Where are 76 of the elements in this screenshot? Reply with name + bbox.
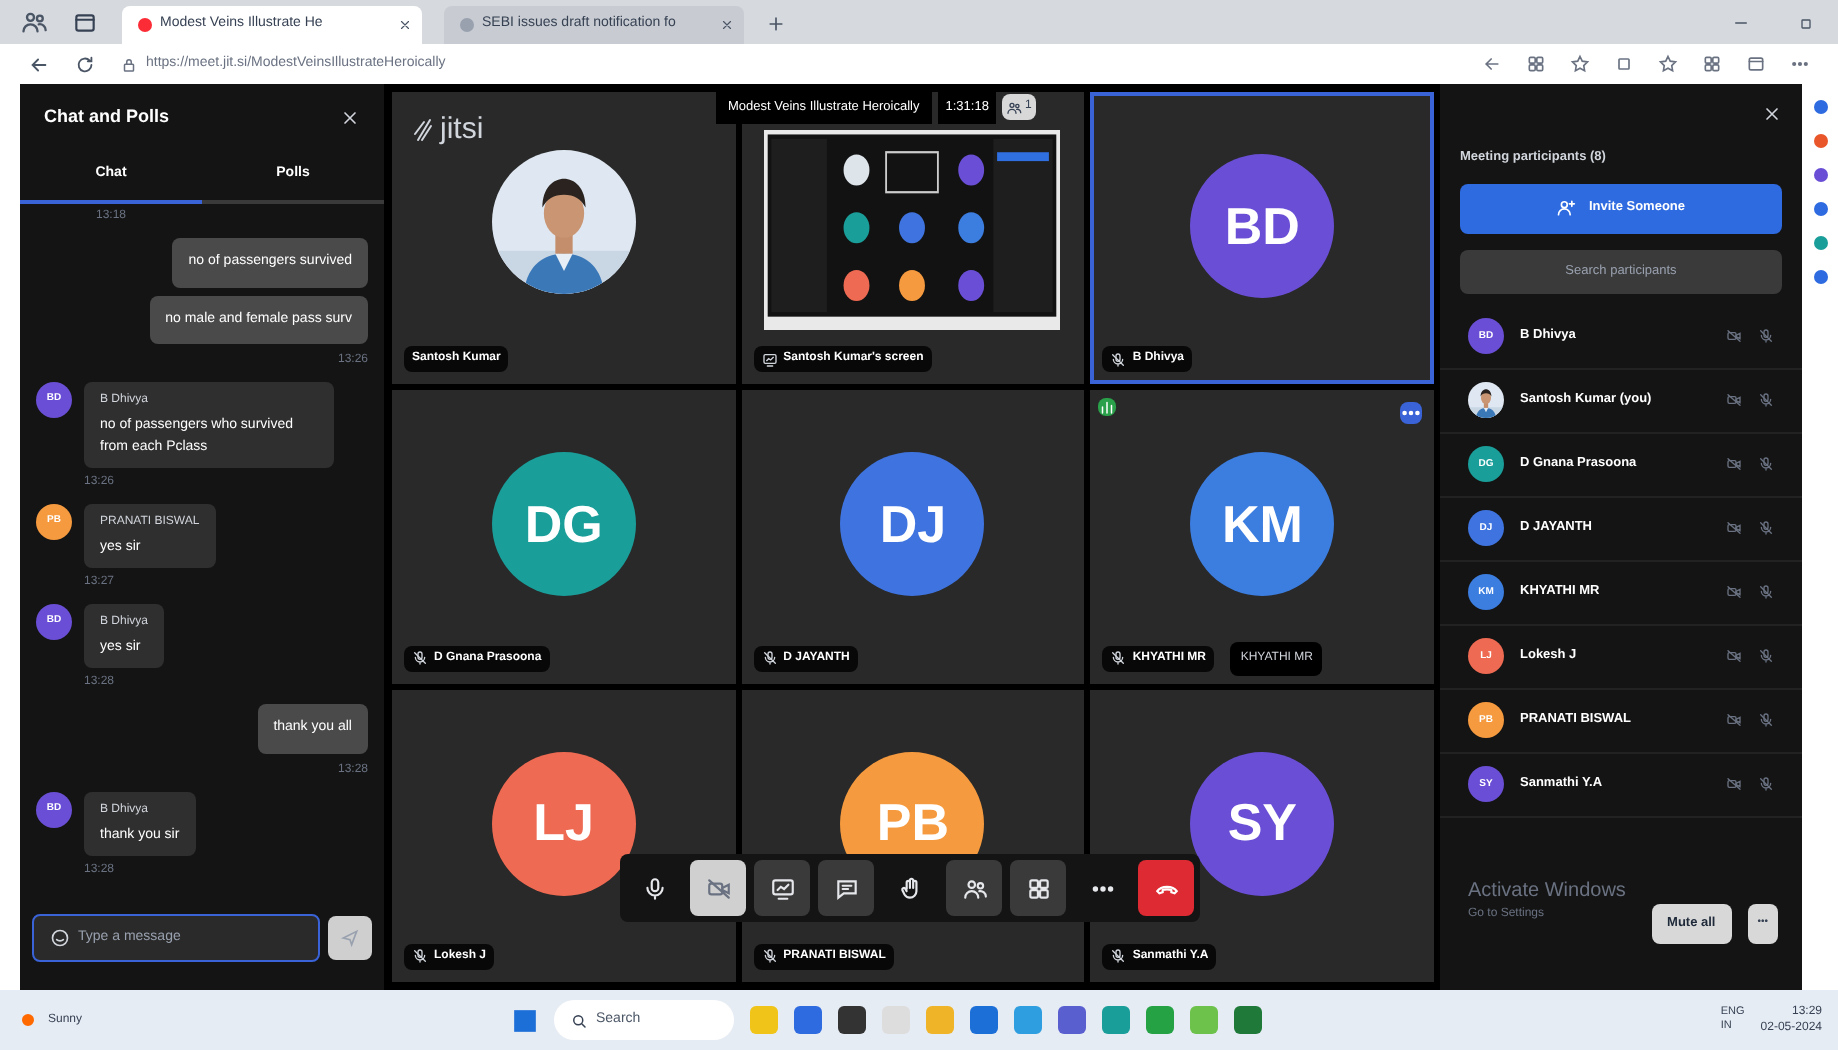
camera-off-icon: [1726, 776, 1742, 793]
camera-off-icon: [1726, 520, 1742, 537]
send-icon: [340, 928, 360, 948]
reload-icon[interactable]: [74, 53, 96, 75]
participants-button[interactable]: [946, 860, 1002, 916]
sidebar-app-icon[interactable]: [1813, 270, 1827, 284]
camera-icon: [705, 875, 731, 901]
close-icon[interactable]: [340, 107, 360, 128]
start-icon[interactable]: [512, 1007, 538, 1033]
activation-notice: Activate Windows: [1468, 878, 1626, 906]
screen-share-icon: [769, 875, 795, 901]
favorites-icon[interactable]: [1658, 54, 1678, 74]
lock-icon: [120, 55, 138, 73]
sidebar-app-icon[interactable]: [1813, 168, 1827, 182]
avatar: LJ: [491, 751, 636, 896]
favorite-icon[interactable]: [1570, 54, 1590, 74]
mic-off-icon: [1758, 776, 1774, 793]
stats-icon[interactable]: [1098, 398, 1117, 417]
camera-off-icon: [1726, 328, 1742, 345]
logo-text: jitsi: [440, 110, 484, 150]
camera-off-icon: [1726, 712, 1742, 729]
avatar: KM: [1190, 452, 1335, 597]
close-icon[interactable]: [1762, 104, 1782, 124]
avatar: BD: [1190, 154, 1335, 299]
mic-off-icon: [1758, 584, 1774, 601]
people-icon: [961, 875, 987, 901]
camera-off-icon: [1726, 456, 1742, 473]
mic-off-icon: [1110, 650, 1127, 667]
chat-button[interactable]: [818, 860, 874, 916]
mic-off-icon: [1758, 520, 1774, 537]
taskbar-app-icon[interactable]: [838, 1006, 866, 1034]
profile-icon[interactable]: [20, 8, 48, 36]
screen-share-icon: [761, 351, 778, 368]
mic-off-icon: [412, 948, 428, 965]
mic-off-icon: [761, 650, 778, 667]
taskbar-app-icon[interactable]: [1234, 1006, 1262, 1034]
back-icon[interactable]: [28, 53, 50, 75]
tab-actions-icon[interactable]: [72, 10, 98, 36]
mic-off-icon: [1758, 712, 1774, 729]
mic-off-icon: [761, 948, 778, 965]
logo-icon: [412, 116, 436, 145]
sidebar-app-icon[interactable]: [1813, 100, 1827, 114]
camera-off-icon: [1726, 392, 1742, 409]
camera-off-icon: [1726, 648, 1742, 665]
emoji-icon[interactable]: [50, 928, 70, 948]
avatar: DJ: [840, 452, 985, 597]
sidebar-app-icon[interactable]: [1813, 202, 1827, 216]
people-icon: [1006, 99, 1023, 116]
hang-up-button[interactable]: [1138, 860, 1194, 916]
panel-title: Chat and Polls: [44, 104, 170, 130]
microphone-icon: [641, 875, 667, 901]
tiles-icon: [1025, 875, 1051, 901]
mic-off-icon: [1110, 351, 1127, 368]
screen-share-button[interactable]: [754, 860, 810, 916]
mic-off-icon: [1110, 948, 1127, 965]
avatar: SY: [1190, 751, 1335, 896]
avatar: DG: [491, 452, 636, 597]
close-icon[interactable]: [398, 18, 412, 32]
tile-view-button[interactable]: [1010, 860, 1066, 916]
camera-off-icon: [1726, 584, 1742, 601]
more-icon[interactable]: [1400, 402, 1422, 425]
search-icon: [570, 1011, 588, 1029]
mic-off-icon: [1758, 392, 1774, 409]
add-person-icon: [1556, 198, 1577, 219]
chat-icon: [833, 875, 859, 901]
hand-icon: [897, 875, 923, 901]
mic-off-icon: [1758, 648, 1774, 665]
mic-off-icon: [1758, 456, 1774, 473]
maximize-icon[interactable]: [1798, 16, 1814, 32]
sun-icon[interactable]: [16, 1008, 40, 1032]
mic-off-icon: [1758, 328, 1774, 345]
sidebar-app-icon[interactable]: [1813, 236, 1827, 250]
sidebar-app-icon[interactable]: [1813, 134, 1827, 148]
mic-off-icon: [412, 650, 428, 667]
new-tab-icon[interactable]: [766, 14, 786, 34]
send-button[interactable]: [328, 916, 372, 960]
